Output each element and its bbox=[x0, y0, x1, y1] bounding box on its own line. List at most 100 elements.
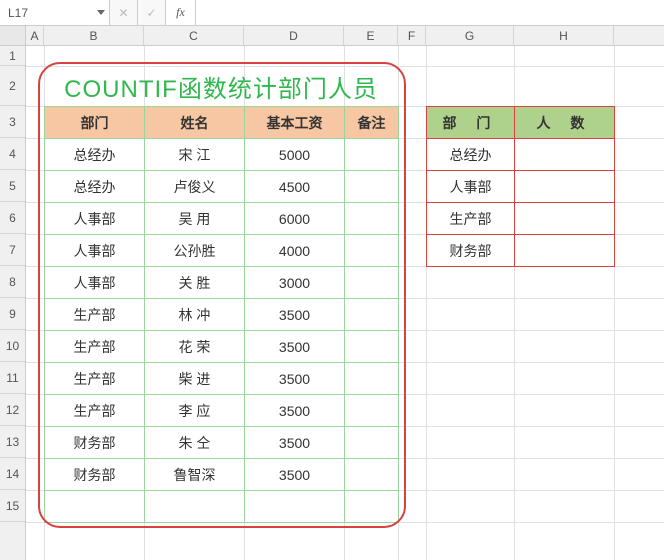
cell[interactable]: 柴 进 bbox=[145, 363, 245, 395]
cell[interactable] bbox=[45, 491, 145, 523]
cell[interactable]: 人事部 bbox=[45, 203, 145, 235]
cell[interactable]: 3500 bbox=[245, 363, 345, 395]
cell[interactable]: 4500 bbox=[245, 171, 345, 203]
row-header[interactable]: 9 bbox=[0, 298, 25, 330]
cell[interactable] bbox=[345, 203, 399, 235]
col-name[interactable]: 姓名 bbox=[145, 107, 245, 139]
col-header-B[interactable]: B bbox=[44, 26, 144, 45]
table-row: 财务部鲁智深3500 bbox=[45, 459, 399, 491]
col-count[interactable]: 人 数 bbox=[515, 107, 615, 139]
cell[interactable]: 总经办 bbox=[45, 171, 145, 203]
confirm-formula-button: ✓ bbox=[138, 0, 166, 25]
cell[interactable]: 总经办 bbox=[45, 139, 145, 171]
spreadsheet-grid[interactable]: A B C D E F G H 1 2 3 4 5 6 7 8 9 10 11 … bbox=[0, 26, 664, 560]
cell[interactable]: 生产部 bbox=[45, 395, 145, 427]
cell[interactable] bbox=[345, 427, 399, 459]
formula-input[interactable] bbox=[196, 0, 664, 25]
cell[interactable]: 关 胜 bbox=[145, 267, 245, 299]
row-header[interactable]: 4 bbox=[0, 138, 25, 170]
chevron-down-icon[interactable] bbox=[97, 10, 105, 15]
col-header-G[interactable]: G bbox=[426, 26, 514, 45]
cell[interactable] bbox=[515, 139, 615, 171]
cell[interactable]: 6000 bbox=[245, 203, 345, 235]
row-header[interactable]: 6 bbox=[0, 202, 25, 234]
cells-area[interactable]: COUNTIF函数统计部门人员 部门 姓名 基本工资 备注 总经办宋 江5000… bbox=[26, 46, 664, 560]
cell[interactable] bbox=[345, 363, 399, 395]
cell[interactable] bbox=[345, 267, 399, 299]
cell[interactable]: 花 荣 bbox=[145, 331, 245, 363]
cell[interactable]: 总经办 bbox=[427, 139, 515, 171]
cell[interactable] bbox=[345, 299, 399, 331]
cell[interactable] bbox=[345, 395, 399, 427]
fx-icon[interactable]: fx bbox=[166, 0, 196, 25]
cell[interactable]: 生产部 bbox=[45, 331, 145, 363]
column-headers: A B C D E F G H bbox=[0, 26, 664, 46]
cell[interactable] bbox=[345, 235, 399, 267]
cell[interactable]: 公孙胜 bbox=[145, 235, 245, 267]
cell[interactable]: 3500 bbox=[245, 299, 345, 331]
cell[interactable]: 3500 bbox=[245, 427, 345, 459]
table-row: 人事部 bbox=[427, 171, 615, 203]
cell[interactable] bbox=[245, 491, 345, 523]
cell[interactable]: 财务部 bbox=[45, 427, 145, 459]
cell[interactable]: 财务部 bbox=[427, 235, 515, 267]
cell[interactable]: 3500 bbox=[245, 331, 345, 363]
col-header-D[interactable]: D bbox=[244, 26, 344, 45]
row-header[interactable]: 7 bbox=[0, 234, 25, 266]
cell[interactable]: 林 冲 bbox=[145, 299, 245, 331]
row-header[interactable]: 15 bbox=[0, 490, 25, 522]
cell[interactable]: 生产部 bbox=[45, 299, 145, 331]
cell[interactable]: 人事部 bbox=[427, 171, 515, 203]
cell[interactable] bbox=[515, 235, 615, 267]
cell[interactable]: 朱 仝 bbox=[145, 427, 245, 459]
cell[interactable] bbox=[345, 171, 399, 203]
cell[interactable]: 3500 bbox=[245, 395, 345, 427]
col-salary[interactable]: 基本工资 bbox=[245, 107, 345, 139]
cell[interactable] bbox=[515, 171, 615, 203]
row-header[interactable]: 2 bbox=[0, 66, 25, 106]
cell[interactable]: 吴 用 bbox=[145, 203, 245, 235]
cell[interactable]: 4000 bbox=[245, 235, 345, 267]
col-header-C[interactable]: C bbox=[144, 26, 244, 45]
row-header[interactable]: 10 bbox=[0, 330, 25, 362]
table-header-row: 部 门 人 数 bbox=[427, 107, 615, 139]
row-header[interactable]: 8 bbox=[0, 266, 25, 298]
cell[interactable] bbox=[515, 203, 615, 235]
cell[interactable]: 人事部 bbox=[45, 235, 145, 267]
cell[interactable]: 生产部 bbox=[45, 363, 145, 395]
cell[interactable]: 3500 bbox=[245, 459, 345, 491]
col-header-E[interactable]: E bbox=[344, 26, 398, 45]
cell[interactable]: 财务部 bbox=[45, 459, 145, 491]
cell[interactable] bbox=[145, 491, 245, 523]
col-header-A[interactable]: A bbox=[26, 26, 44, 45]
cell[interactable]: 生产部 bbox=[427, 203, 515, 235]
row-header[interactable]: 11 bbox=[0, 362, 25, 394]
col-note[interactable]: 备注 bbox=[345, 107, 399, 139]
row-header[interactable]: 1 bbox=[0, 46, 25, 66]
row-header[interactable]: 3 bbox=[0, 106, 25, 138]
cell[interactable]: 人事部 bbox=[45, 267, 145, 299]
col-dept[interactable]: 部门 bbox=[45, 107, 145, 139]
table-header-row: 部门 姓名 基本工资 备注 bbox=[45, 107, 399, 139]
table-row: 总经办宋 江5000 bbox=[45, 139, 399, 171]
row-headers: 1 2 3 4 5 6 7 8 9 10 11 12 13 14 15 bbox=[0, 46, 26, 560]
cell[interactable]: 卢俊义 bbox=[145, 171, 245, 203]
cell[interactable] bbox=[345, 139, 399, 171]
cell[interactable] bbox=[345, 491, 399, 523]
cell[interactable]: 李 应 bbox=[145, 395, 245, 427]
col-header-H[interactable]: H bbox=[514, 26, 614, 45]
row-header[interactable]: 5 bbox=[0, 170, 25, 202]
cell[interactable] bbox=[345, 459, 399, 491]
cell[interactable] bbox=[345, 331, 399, 363]
cell[interactable]: 3000 bbox=[245, 267, 345, 299]
cell[interactable]: 5000 bbox=[245, 139, 345, 171]
col-header-F[interactable]: F bbox=[398, 26, 426, 45]
name-box[interactable]: L17 bbox=[0, 0, 110, 25]
cell[interactable]: 宋 江 bbox=[145, 139, 245, 171]
row-header[interactable]: 12 bbox=[0, 394, 25, 426]
select-all-corner[interactable] bbox=[0, 26, 26, 45]
col-dept[interactable]: 部 门 bbox=[427, 107, 515, 139]
row-header[interactable]: 13 bbox=[0, 426, 25, 458]
row-header[interactable]: 14 bbox=[0, 458, 25, 490]
cell[interactable]: 鲁智深 bbox=[145, 459, 245, 491]
